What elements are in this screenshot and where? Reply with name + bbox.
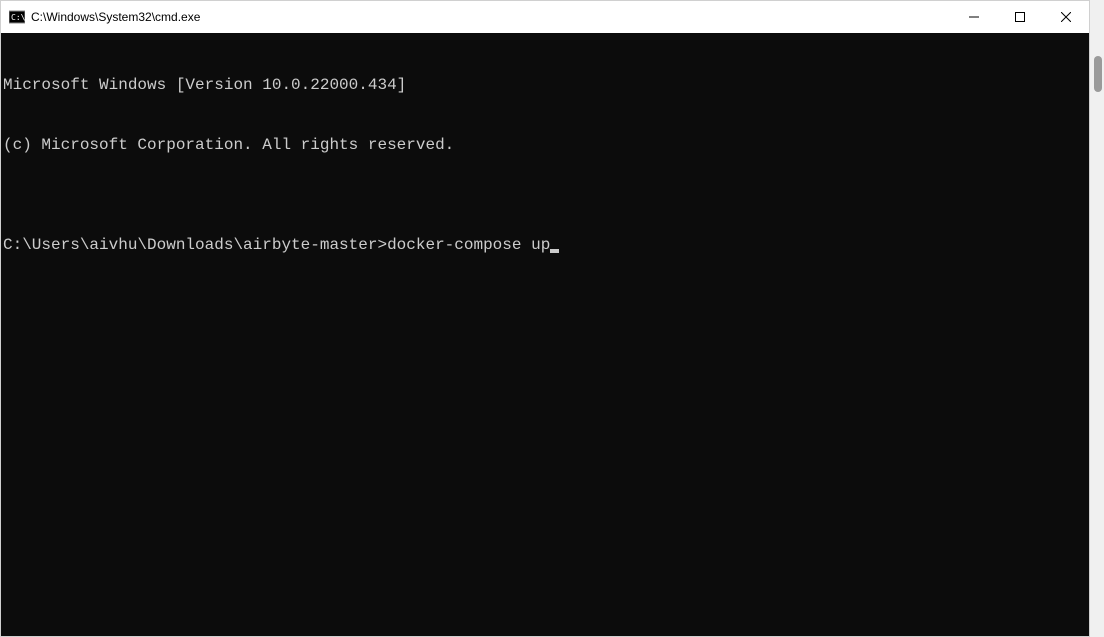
minimize-button[interactable] [951, 1, 997, 33]
terminal-prompt-line: C:\Users\aivhu\Downloads\airbyte-master>… [3, 235, 1089, 255]
maximize-icon [1015, 12, 1025, 22]
scrollbar-track[interactable] [1090, 0, 1104, 637]
terminal-output-line: Microsoft Windows [Version 10.0.22000.43… [3, 75, 1089, 95]
prompt-text: C:\Users\aivhu\Downloads\airbyte-master> [3, 235, 387, 255]
svg-text:C:\: C:\ [11, 13, 25, 22]
close-button[interactable] [1043, 1, 1089, 33]
cmd-window: C:\ C:\Windows\System32\cmd.exe [0, 0, 1090, 637]
maximize-button[interactable] [997, 1, 1043, 33]
scrollbar-thumb[interactable] [1094, 56, 1102, 92]
cursor [550, 249, 559, 253]
terminal-output-line: (c) Microsoft Corporation. All rights re… [3, 135, 1089, 155]
titlebar[interactable]: C:\ C:\Windows\System32\cmd.exe [1, 1, 1089, 33]
window-controls [951, 1, 1089, 33]
minimize-icon [969, 12, 979, 22]
terminal-area[interactable]: Microsoft Windows [Version 10.0.22000.43… [1, 33, 1089, 636]
cmd-icon: C:\ [9, 9, 25, 25]
close-icon [1061, 12, 1071, 22]
window-title: C:\Windows\System32\cmd.exe [31, 10, 951, 24]
command-text: docker-compose up [387, 235, 550, 255]
